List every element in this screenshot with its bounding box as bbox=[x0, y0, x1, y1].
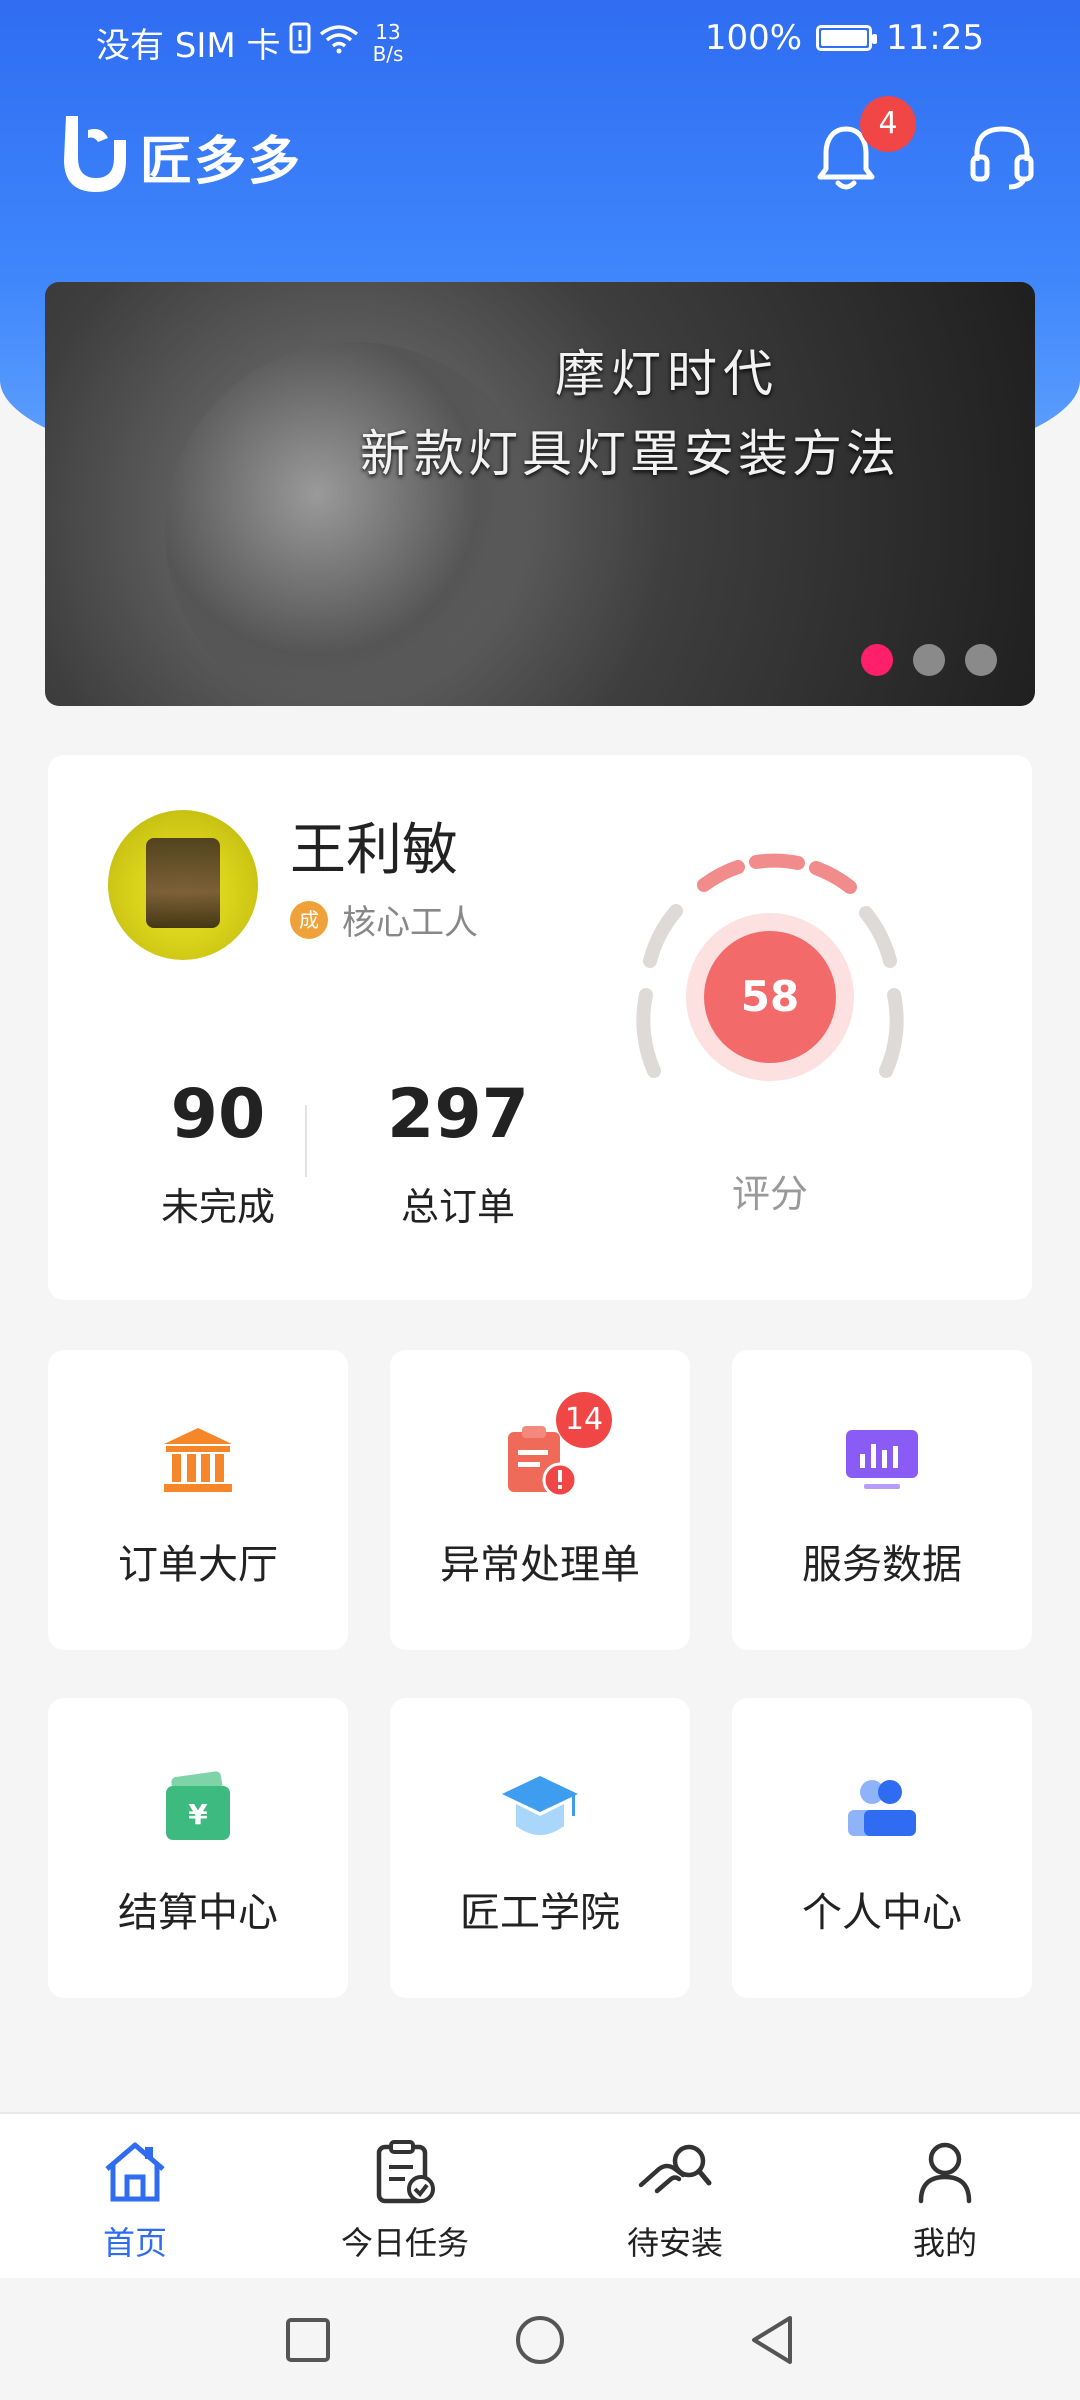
incomplete-stat[interactable]: 90 未完成 bbox=[108, 1075, 328, 1231]
total-orders-count: 297 bbox=[387, 1075, 529, 1154]
profile-card: 王利敏 成 核心工人 90 未完成 297 总订单 58 评分 bbox=[48, 755, 1032, 1300]
battery-icon bbox=[816, 25, 878, 51]
install-icon bbox=[565, 2136, 785, 2208]
tile-service-data[interactable]: 服务数据 bbox=[732, 1350, 1032, 1650]
tile-label: 结算中心 bbox=[118, 1890, 278, 1936]
promo-banner[interactable]: 摩灯时代 新款灯具灯罩安装方法 bbox=[45, 282, 1035, 706]
home-icon bbox=[25, 2136, 245, 2208]
tile-exception-orders[interactable]: 14 异常处理单 bbox=[390, 1350, 690, 1650]
tile-label: 匠工学院 bbox=[460, 1890, 620, 1936]
order-hall-icon bbox=[158, 1420, 238, 1500]
clock: 11:25 bbox=[886, 18, 984, 58]
sim-alert-icon bbox=[289, 22, 311, 63]
app-logo: 匠多多 bbox=[58, 112, 302, 200]
net-speed-unit: B/s bbox=[372, 41, 404, 66]
banner-dot-2[interactable] bbox=[913, 644, 945, 676]
data-monitor-icon bbox=[842, 1420, 922, 1500]
incomplete-label: 未完成 bbox=[160, 1185, 275, 1229]
logo-mark-icon bbox=[58, 112, 130, 200]
graduation-cap-icon bbox=[500, 1768, 580, 1848]
tile-label: 服务数据 bbox=[802, 1542, 962, 1588]
nav-label: 今日任务 bbox=[340, 2224, 469, 2262]
score-gauge: 58 bbox=[620, 835, 920, 1135]
total-orders-label: 总订单 bbox=[400, 1185, 515, 1229]
tile-label: 异常处理单 bbox=[440, 1542, 640, 1588]
role-label: 核心工人 bbox=[342, 903, 478, 943]
banner-title: 摩灯时代 bbox=[555, 345, 779, 403]
headset-icon bbox=[969, 121, 1035, 195]
banner-subtitle: 新款灯具灯罩安装方法 bbox=[360, 425, 900, 483]
wifi-icon bbox=[319, 23, 359, 63]
bottom-navigation: 首页 今日任务 待安装 我的 bbox=[0, 2112, 1080, 2280]
banner-photo bbox=[165, 342, 545, 706]
tile-personal-center[interactable]: 个人中心 bbox=[732, 1698, 1032, 1998]
banner-pagination bbox=[861, 644, 997, 676]
nav-label: 待安装 bbox=[626, 2224, 723, 2262]
total-orders-stat[interactable]: 297 总订单 bbox=[348, 1075, 568, 1231]
tile-academy[interactable]: 匠工学院 bbox=[390, 1698, 690, 1998]
nav-home[interactable]: 首页 bbox=[25, 2136, 245, 2264]
nav-pending-install[interactable]: 待安装 bbox=[565, 2136, 785, 2264]
banner-dot-3[interactable] bbox=[965, 644, 997, 676]
worker-name: 王利敏 bbox=[290, 818, 458, 883]
carrier-text: 没有 SIM 卡 bbox=[96, 26, 281, 66]
notification-badge: 4 bbox=[860, 96, 916, 152]
role-medal-icon: 成 bbox=[290, 900, 328, 939]
back-button[interactable] bbox=[742, 2310, 802, 2370]
nav-mine[interactable]: 我的 bbox=[835, 2136, 1055, 2264]
nav-label: 我的 bbox=[912, 2224, 977, 2262]
customer-service-button[interactable] bbox=[962, 118, 1042, 198]
tile-label: 订单大厅 bbox=[118, 1542, 278, 1588]
avatar[interactable] bbox=[108, 810, 258, 960]
user-icon bbox=[835, 2136, 1055, 2208]
tile-settlement[interactable]: ¥ 结算中心 bbox=[48, 1698, 348, 1998]
score-value: 58 bbox=[741, 972, 799, 1021]
tile-order-hall[interactable]: 订单大厅 bbox=[48, 1350, 348, 1650]
net-speed: 13 B/s bbox=[373, 21, 404, 65]
home-button[interactable] bbox=[510, 2310, 570, 2370]
net-speed-value: 13 bbox=[375, 19, 401, 44]
people-icon bbox=[842, 1768, 922, 1848]
incomplete-count: 90 bbox=[170, 1075, 266, 1154]
battery-percent: 100% bbox=[704, 18, 803, 58]
app-name: 匠多多 bbox=[140, 131, 303, 192]
recent-apps-button[interactable] bbox=[278, 2310, 338, 2370]
svg-text:¥: ¥ bbox=[188, 1798, 208, 1831]
nav-label: 首页 bbox=[102, 2224, 167, 2262]
stat-divider bbox=[305, 1105, 307, 1177]
score-label: 评分 bbox=[731, 1172, 808, 1216]
tile-label: 个人中心 bbox=[802, 1890, 962, 1936]
task-icon bbox=[295, 2136, 515, 2208]
nav-today-tasks[interactable]: 今日任务 bbox=[295, 2136, 515, 2264]
wallet-icon: ¥ bbox=[158, 1768, 238, 1848]
worker-role: 成 核心工人 bbox=[290, 895, 478, 944]
system-navigation bbox=[0, 2278, 1080, 2400]
status-bar: 没有 SIM 卡 13 B/s 100% 11:25 bbox=[0, 0, 1080, 80]
exception-badge: 14 bbox=[556, 1392, 612, 1448]
banner-dot-1[interactable] bbox=[861, 644, 893, 676]
